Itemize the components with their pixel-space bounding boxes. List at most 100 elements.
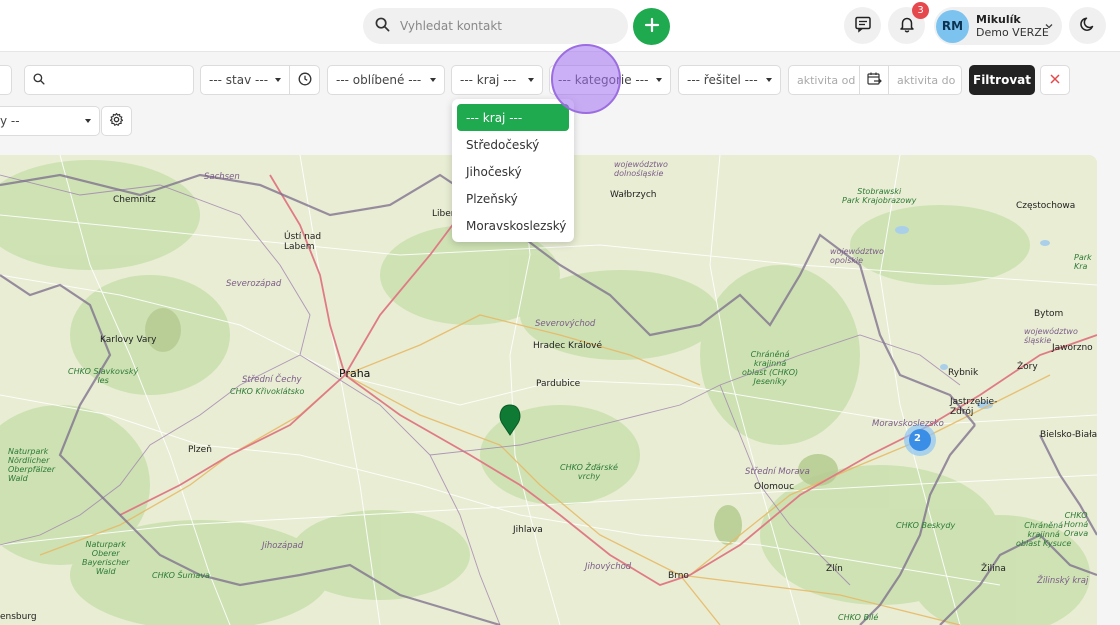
bell-icon — [898, 15, 916, 36]
map-label: Rybnik — [948, 368, 979, 378]
chat-icon — [854, 15, 872, 36]
marker-cluster[interactable]: 2 — [914, 433, 921, 444]
map-label: Park Kra — [1074, 253, 1092, 271]
messages-button[interactable] — [844, 7, 881, 44]
user-subtitle: Demo VERZE — [976, 26, 1049, 39]
map-label: Plzeň — [188, 445, 212, 455]
map-label: ensburg — [0, 612, 37, 622]
map-label: Naturpark Nördlicher Oberpfälzer Wald — [8, 447, 56, 483]
plus-icon — [644, 17, 660, 36]
map-label: Jaworzno — [1052, 343, 1093, 353]
aktivita-od-input[interactable]: aktivita od — [788, 65, 860, 95]
map-label: województwo opolskie — [830, 247, 884, 265]
kraj-dropdown-menu: --- kraj --- Středočeský Jihočeský Plzeň… — [452, 99, 574, 242]
map-label: Stobrawski Park Krajobrazowy — [842, 187, 917, 205]
search-icon — [375, 17, 390, 35]
map-label: Olomouc — [754, 482, 795, 492]
notification-badge: 3 — [912, 2, 929, 19]
stav-select[interactable]: --- stav --- — [200, 65, 290, 95]
kraj-option[interactable]: Jihočeský — [457, 158, 569, 185]
caret-down-icon — [528, 78, 534, 82]
map-label: Ústí nad Labem — [284, 232, 322, 252]
user-menu[interactable]: RM Mikulík Demo VERZE — [934, 7, 1062, 45]
map-label: Severovýchod — [535, 319, 596, 329]
kraj-select[interactable]: --- kraj --- — [451, 65, 543, 95]
cursor-highlight — [551, 44, 621, 114]
settings-button[interactable] — [101, 106, 132, 136]
map-label: Střední Morava — [745, 467, 810, 477]
stav-select-label: --- stav --- — [209, 73, 269, 87]
search-icon — [33, 72, 45, 88]
map-label: CHKO Křivoklátsko — [230, 387, 305, 396]
map-label: CHKO Bílé — [838, 613, 879, 622]
kraj-option[interactable]: Středočeský — [457, 131, 569, 158]
date-range-button[interactable] — [859, 65, 889, 95]
map-label: Karlovy Vary — [100, 335, 157, 345]
map-label: Pardubice — [536, 379, 581, 389]
caret-down-icon — [275, 78, 281, 82]
map-label: Bielsko-Biała — [1040, 430, 1097, 440]
map-label: Jihovýchod — [585, 562, 632, 572]
contact-search[interactable] — [363, 8, 628, 44]
aktivita-od-placeholder: aktivita od — [797, 73, 856, 87]
avatar: RM — [936, 9, 969, 43]
secondary-select[interactable]: y -- — [0, 106, 100, 136]
map-label: Jihozápad — [262, 541, 304, 551]
kraj-select-label: --- kraj --- — [460, 73, 517, 87]
kraj-option[interactable]: Plzeňský — [457, 185, 569, 212]
user-name: Mikulík — [976, 13, 1021, 26]
map-label: Chemnitz — [113, 195, 156, 205]
map-label: Severozápad — [226, 279, 282, 289]
map-label: województwo dolnośląskie — [614, 160, 668, 178]
kraj-option[interactable]: --- kraj --- — [457, 104, 569, 131]
top-bar: 3 RM Mikulík Demo VERZE — [0, 0, 1120, 52]
clear-filters-button[interactable] — [1040, 65, 1070, 95]
map-label: CHKO Beskydy — [896, 521, 956, 530]
caret-down-icon — [430, 78, 436, 82]
map-label: Naturpark Oberer Bayerischer Wald — [82, 540, 130, 576]
aktivita-do-placeholder: aktivita do — [897, 73, 956, 87]
map-label: CHKO Šumava — [152, 571, 210, 580]
map-label: Chráněná krajinná oblast (CHKO) Jeseníky — [742, 350, 799, 386]
map-label: Żory — [1017, 362, 1038, 372]
map-label: Sachsen — [204, 172, 240, 182]
leftmost-select[interactable] — [0, 65, 12, 95]
history-button[interactable] — [289, 65, 320, 95]
map-label: Žilinský kraj — [1037, 576, 1089, 586]
oblibene-select[interactable]: --- oblíbené --- — [327, 65, 445, 95]
moon-icon — [1079, 15, 1097, 36]
map-label: Bytom — [1034, 309, 1064, 319]
map-label: Střední Čechy — [242, 375, 302, 385]
map-label: Hradec Králové — [533, 341, 603, 351]
map-label: CHKO Slavkovský les — [68, 367, 139, 385]
oblibene-select-label: --- oblíbené --- — [336, 73, 422, 87]
aktivita-do-input[interactable]: aktivita do — [888, 65, 962, 95]
theme-toggle-button[interactable] — [1069, 7, 1106, 44]
map-label: Wałbrzych — [610, 190, 657, 200]
map-label: Brno — [668, 571, 689, 581]
secondary-select-label: y -- — [0, 114, 20, 128]
caret-down-icon — [656, 78, 662, 82]
chevron-down-icon — [1044, 20, 1054, 34]
resitel-select[interactable]: --- řešitel --- — [678, 65, 781, 95]
resitel-select-label: --- řešitel --- — [687, 73, 758, 87]
map-label: Žilina — [981, 564, 1006, 574]
kraj-option[interactable]: Moravskoslezský — [457, 212, 569, 239]
map-label: CHKO Žďárské vrchy — [560, 463, 618, 481]
map-label: Chráněná krajinná oblast Kysuce — [1016, 521, 1072, 548]
clock-icon — [298, 72, 312, 89]
filter-button[interactable]: Filtrovat — [969, 65, 1035, 95]
contact-search-input[interactable] — [400, 19, 610, 33]
map-label: Zlín — [826, 564, 843, 574]
notifications-button[interactable]: 3 — [888, 2, 929, 44]
calendar-arrow-icon — [866, 71, 882, 90]
map-label: Praha — [339, 367, 371, 380]
map-label: Częstochowa — [1016, 201, 1076, 211]
text-filter-input[interactable] — [24, 65, 194, 95]
map-label: Jastrzębie- Zdrój — [950, 397, 998, 417]
add-contact-button[interactable] — [633, 8, 670, 45]
map-label: Jihlava — [513, 525, 543, 535]
caret-down-icon — [85, 119, 91, 123]
map-label: Moravskoslezsko — [872, 419, 944, 429]
gear-icon — [109, 112, 124, 130]
